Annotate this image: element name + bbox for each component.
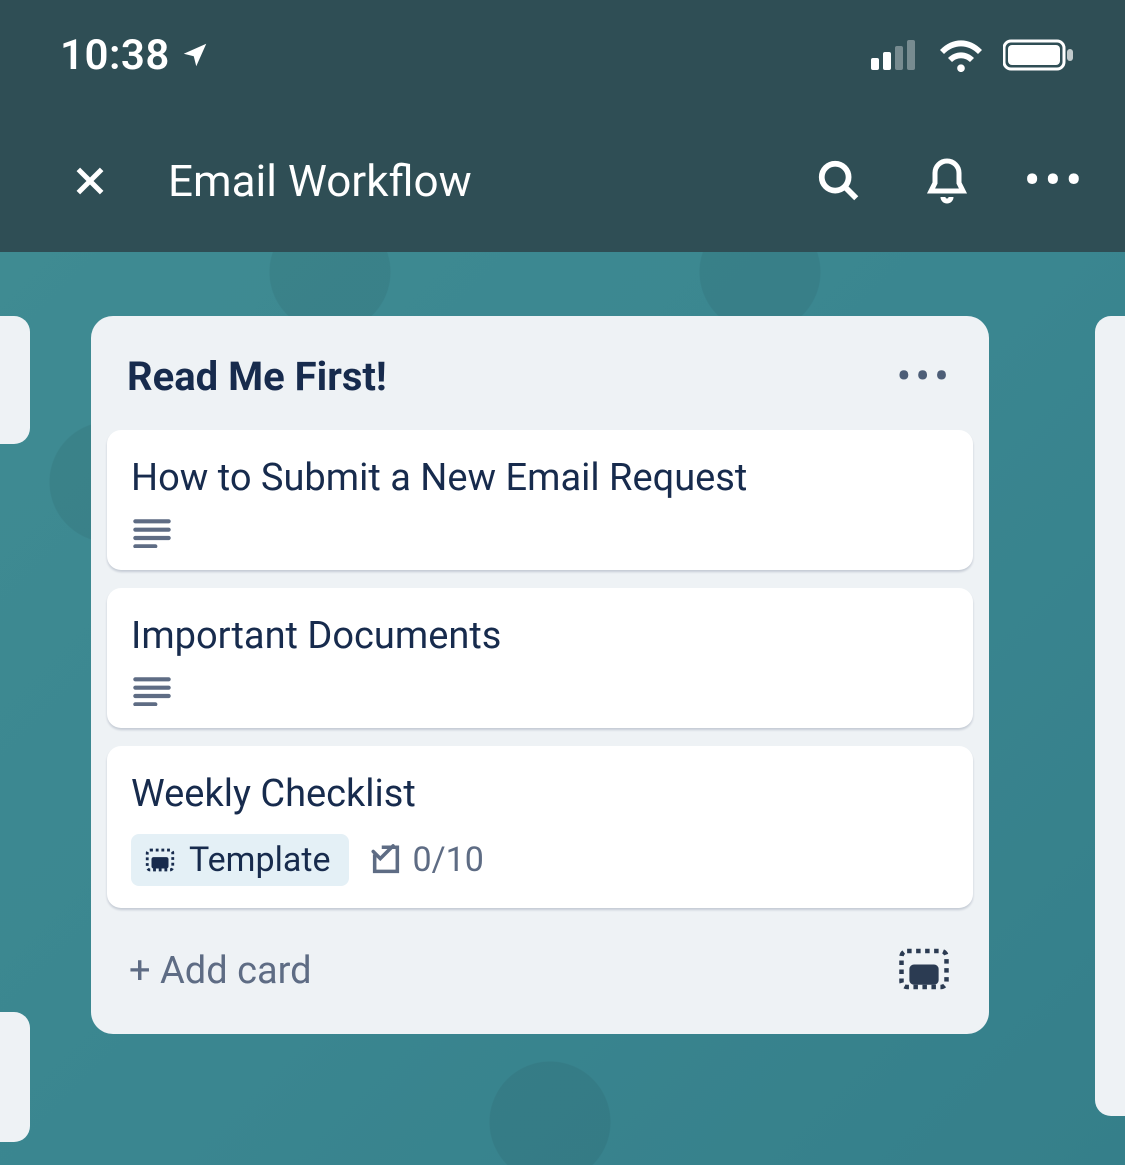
battery-icon: [1003, 38, 1075, 72]
search-button[interactable]: [809, 151, 869, 211]
template-icon: [143, 845, 177, 875]
board-header: Email Workflow •••: [0, 110, 1125, 252]
adjacent-list-left[interactable]: [0, 316, 30, 444]
checklist-badge: 0/10: [369, 840, 484, 880]
status-bar: 10:38: [0, 0, 1125, 110]
status-time-group: 10:38: [60, 31, 210, 80]
search-icon: [816, 158, 862, 204]
description-icon: [131, 676, 173, 706]
card[interactable]: Weekly Checklist Template: [107, 746, 973, 908]
checklist-icon: [369, 843, 403, 877]
add-card-button[interactable]: + Add card: [129, 949, 312, 993]
template-badge-label: Template: [189, 840, 331, 880]
list-footer: + Add card: [107, 912, 973, 1018]
card-badges: Template 0/10: [131, 834, 949, 886]
more-horizontal-icon: •••: [1024, 152, 1087, 210]
card-title: How to Submit a New Email Request: [131, 456, 949, 500]
create-from-template-button[interactable]: [897, 946, 951, 996]
list-title[interactable]: Read Me First!: [127, 353, 387, 400]
checklist-count: 0/10: [413, 840, 484, 880]
card-badges: [131, 676, 949, 706]
status-indicators: [871, 37, 1075, 73]
template-icon: [897, 946, 951, 992]
close-button[interactable]: [60, 151, 120, 211]
wifi-icon: [937, 37, 985, 73]
adjacent-list-left-lower[interactable]: [0, 1012, 30, 1142]
cards-container: How to Submit a New Email Request Import…: [107, 430, 973, 912]
board-menu-button[interactable]: •••: [1025, 151, 1085, 211]
close-icon: [70, 161, 110, 201]
bell-icon: [923, 157, 971, 205]
board-area[interactable]: Read Me First! ••• How to Submit a New E…: [0, 252, 1125, 1165]
card-title: Important Documents: [131, 614, 949, 658]
list: Read Me First! ••• How to Submit a New E…: [91, 316, 989, 1034]
template-badge: Template: [131, 834, 349, 886]
status-time: 10:38: [60, 31, 170, 80]
card[interactable]: How to Submit a New Email Request: [107, 430, 973, 570]
board-title[interactable]: Email Workflow: [168, 155, 761, 207]
list-header: Read Me First! •••: [107, 350, 973, 430]
card[interactable]: Important Documents: [107, 588, 973, 728]
description-icon: [131, 518, 173, 548]
notifications-button[interactable]: [917, 151, 977, 211]
card-title: Weekly Checklist: [131, 772, 949, 816]
list-menu-button[interactable]: •••: [896, 350, 953, 402]
more-horizontal-icon: •••: [896, 350, 953, 402]
card-badges: [131, 518, 949, 548]
cellular-signal-icon: [871, 38, 919, 72]
location-arrow-icon: [180, 40, 210, 70]
adjacent-list-right[interactable]: [1095, 316, 1125, 1116]
